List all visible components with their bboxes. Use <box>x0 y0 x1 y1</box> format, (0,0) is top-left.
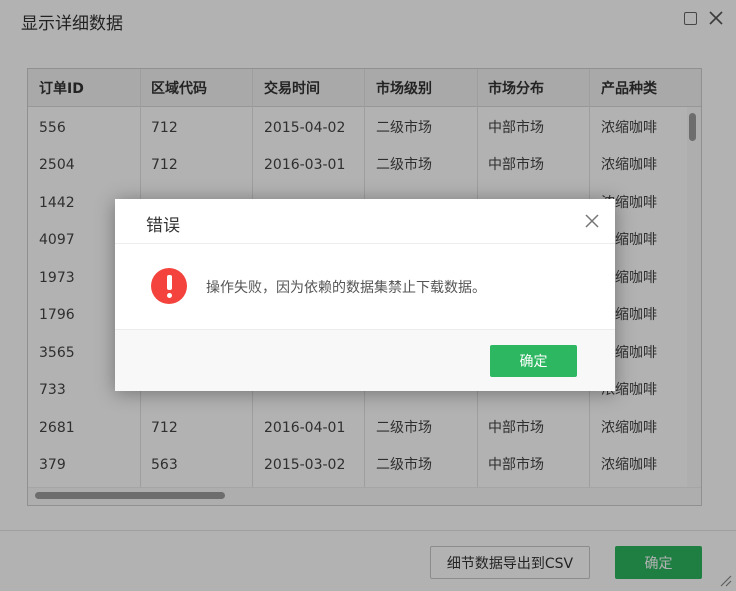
modal-title: 错误 <box>146 216 180 236</box>
modal-divider <box>115 243 615 244</box>
error-modal: 错误 操作失败，因为依赖的数据集禁止下载数据。 确定 <box>115 199 615 391</box>
error-icon <box>151 268 187 304</box>
modal-confirm-button[interactable]: 确定 <box>490 345 577 377</box>
error-message: 操作失败，因为依赖的数据集禁止下载数据。 <box>206 280 486 296</box>
close-icon[interactable] <box>584 213 600 229</box>
